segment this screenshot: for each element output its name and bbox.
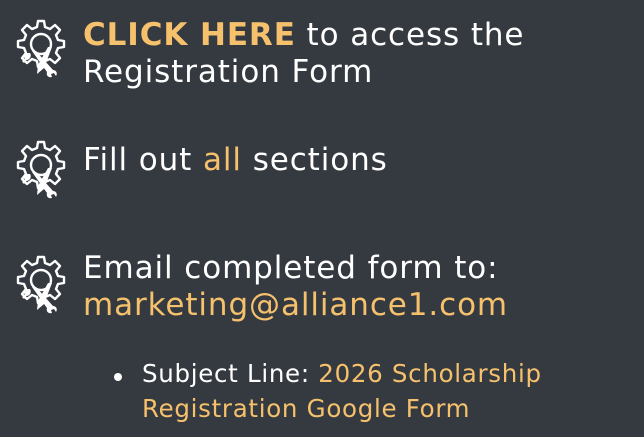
step-fill-suffix: sections: [241, 142, 388, 178]
step-fill-highlight: all: [203, 142, 242, 178]
subject-line-label: Subject Line:: [142, 359, 319, 388]
step-fill-sections-text: Fill out all sections: [83, 142, 388, 179]
subject-line-value-1: 2026 Scholarship: [318, 359, 542, 388]
step-email-form-text: Email completed form to: marketing@allia…: [83, 250, 508, 324]
email-link[interactable]: marketing@alliance1.com: [83, 287, 508, 323]
gear-wrench-pencil-icon: [10, 138, 72, 200]
step-access-form-text: CLICK HERE to access the Registration Fo…: [83, 17, 524, 91]
subject-line-value-2: Registration Google Form: [142, 394, 471, 423]
step-access-form-line1: to access the: [295, 17, 525, 53]
bullet-dot: [112, 371, 124, 383]
click-here-link[interactable]: CLICK HERE: [83, 17, 296, 53]
gear-wrench-pencil-icon: [10, 253, 72, 315]
step-fill-prefix: Fill out: [83, 142, 203, 178]
subject-line-item: Subject Line: 2026 Scholarship Registrat…: [142, 356, 542, 426]
gear-wrench-pencil-icon: [10, 17, 72, 79]
step-access-form-line2: Registration Form: [83, 54, 374, 90]
step-email-line1: Email completed form to:: [83, 250, 499, 286]
